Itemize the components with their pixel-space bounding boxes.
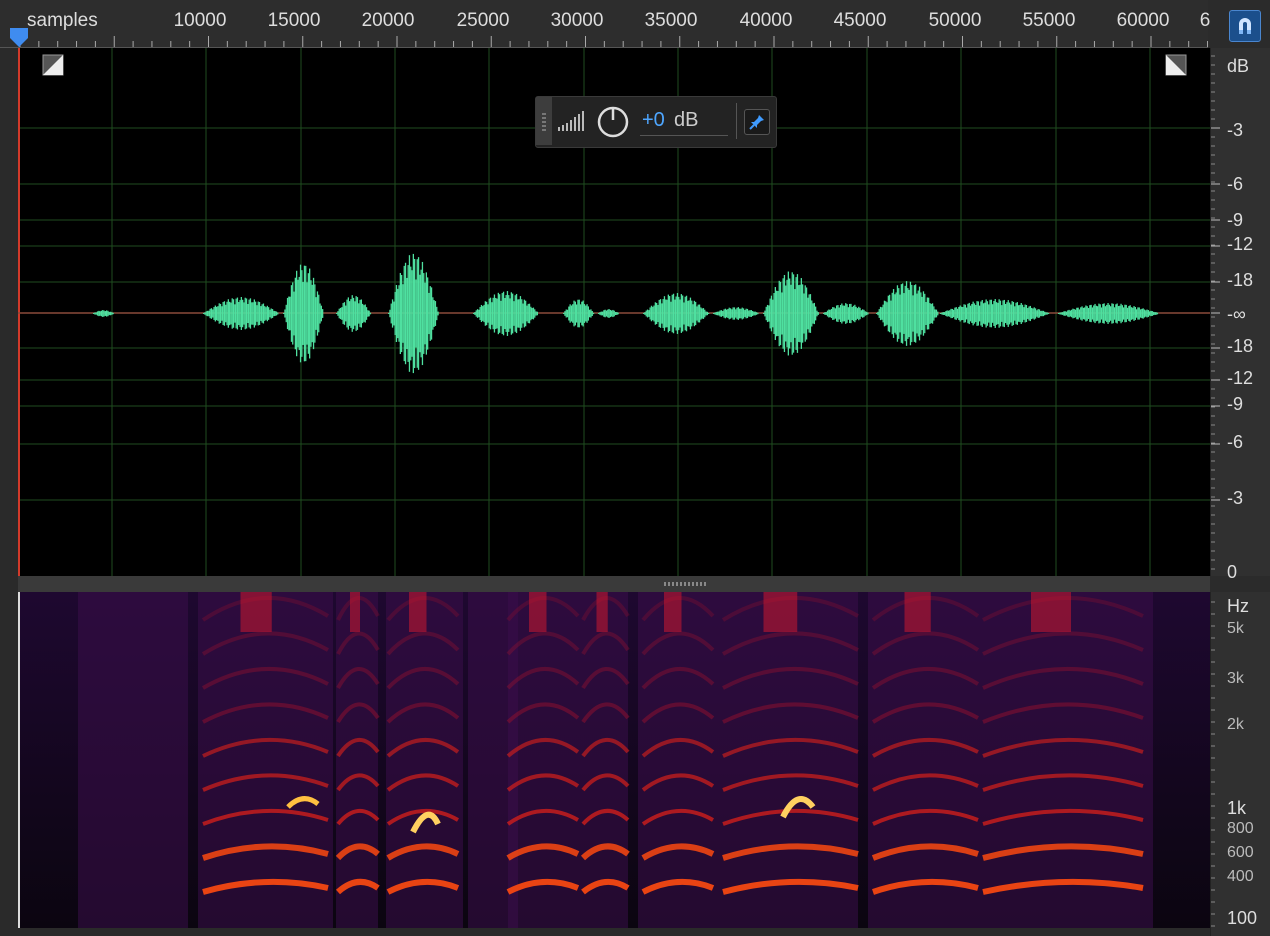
db-scale-label: -∞ xyxy=(1227,304,1246,324)
db-scale-label: -18 xyxy=(1227,336,1254,356)
ruler-tick-label: 30000 xyxy=(550,10,604,31)
left-gutter xyxy=(0,48,18,936)
hz-scale-label: 2k xyxy=(1227,716,1244,733)
ruler-tick-label: 35000 xyxy=(644,10,698,31)
ruler-tick-label: 40000 xyxy=(739,10,793,31)
db-scale-label: -9 xyxy=(1227,394,1244,414)
pin-icon xyxy=(749,115,764,130)
db-scale-unit: dB xyxy=(1227,56,1250,76)
hz-scale-label: 3k xyxy=(1227,670,1244,687)
fade-in-handle[interactable] xyxy=(42,54,64,76)
db-scale: dB -3 -6 -9 -12 -18 -∞ -18 -12 -9 -6 -3 … xyxy=(1210,48,1270,582)
ruler-tick-label: 10000 xyxy=(173,10,227,31)
db-scale-label: -6 xyxy=(1227,432,1244,452)
ruler-tick-label: 25000 xyxy=(456,10,510,31)
clip-gain-control[interactable]: +0 dB xyxy=(535,96,777,148)
ruler-tick-label: 60000 xyxy=(1116,10,1170,31)
db-scale-label: -18 xyxy=(1227,270,1254,290)
hz-scale-label: 600 xyxy=(1227,844,1254,861)
hz-scale-label: 5k xyxy=(1227,620,1244,637)
bottom-border xyxy=(18,928,1210,936)
snap-toggle-button[interactable] xyxy=(1229,10,1261,42)
db-scale-label: -6 xyxy=(1227,174,1244,194)
ruler-tick-label: 45000 xyxy=(833,10,887,31)
db-scale-label: -12 xyxy=(1227,368,1254,388)
frequency-scale: Hz 5k 3k 2k 1k 800 600 400 100 xyxy=(1210,592,1270,936)
pane-splitter[interactable] xyxy=(18,576,1210,592)
fade-out-handle[interactable] xyxy=(1165,54,1187,76)
gain-underline xyxy=(640,135,728,136)
db-scale-label: -3 xyxy=(1227,120,1244,140)
db-scale-label: -3 xyxy=(1227,488,1244,508)
db-scale-label: -9 xyxy=(1227,210,1244,230)
gain-value[interactable]: +0 xyxy=(642,109,665,132)
ruler-tick-label: 6 xyxy=(1199,10,1211,31)
ruler-tick-label: 20000 xyxy=(361,10,415,31)
hz-scale-label: 800 xyxy=(1227,820,1254,837)
drag-handle[interactable] xyxy=(536,97,552,145)
playhead-marker[interactable] xyxy=(8,26,30,48)
db-scale-label: 0 xyxy=(1227,562,1238,582)
magnet-icon xyxy=(1239,18,1251,34)
ruler-tick-label: 55000 xyxy=(1022,10,1076,31)
gain-unit: dB xyxy=(674,109,699,131)
splitter-grip[interactable] xyxy=(664,582,708,586)
ruler-unit-label: samples xyxy=(27,10,98,31)
ruler-tick-label: 50000 xyxy=(928,10,982,31)
db-scale-label: -12 xyxy=(1227,234,1254,254)
spectrogram-view[interactable] xyxy=(18,592,1210,928)
separator xyxy=(736,103,737,139)
hz-scale-unit: Hz xyxy=(1227,596,1249,616)
level-meter-icon xyxy=(558,111,584,131)
spectrogram-canvas xyxy=(18,592,1210,928)
hz-scale-label: 1k xyxy=(1227,798,1247,818)
pin-button[interactable] xyxy=(744,109,770,135)
hz-scale-label: 400 xyxy=(1227,868,1254,885)
ruler-tick-label: 15000 xyxy=(267,10,321,31)
timeline-ruler[interactable]: samples 10000 15000 20000 25000 30000 35… xyxy=(0,0,1211,48)
gain-knob-icon[interactable] xyxy=(596,105,630,139)
hz-scale-label: 100 xyxy=(1227,908,1258,928)
